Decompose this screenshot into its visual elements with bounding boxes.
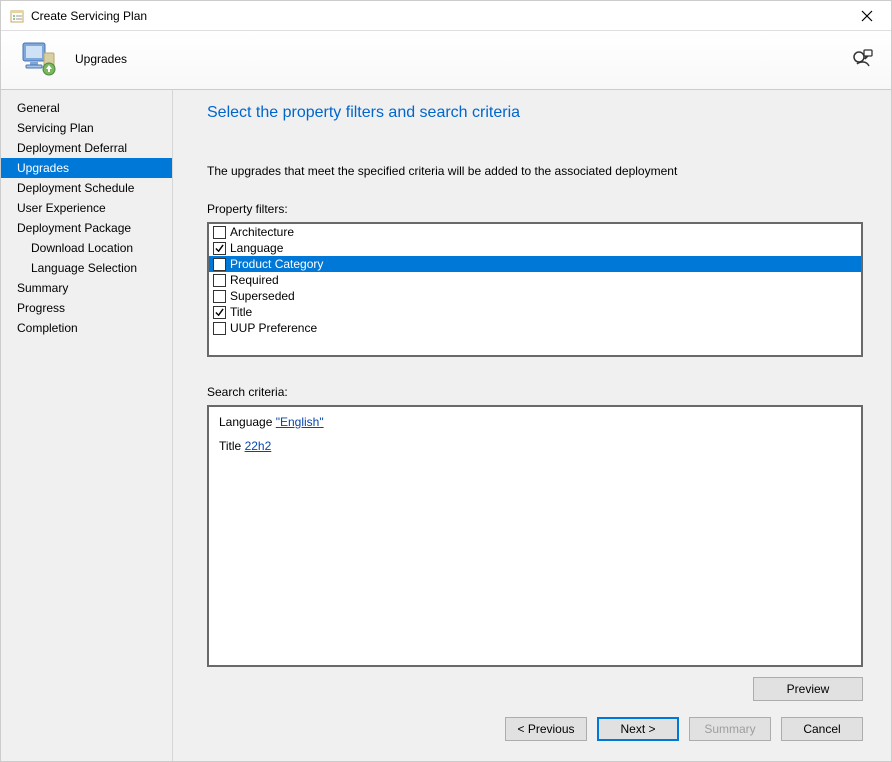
criteria-link[interactable]: "English" xyxy=(276,415,324,429)
filter-row[interactable]: Architecture xyxy=(209,224,861,240)
nav-item[interactable]: Language Selection xyxy=(1,258,172,278)
previous-button[interactable]: < Previous xyxy=(505,717,587,741)
filter-label: Product Category xyxy=(230,257,323,271)
filter-label: Language xyxy=(230,241,283,255)
nav-item[interactable]: User Experience xyxy=(1,198,172,218)
wizard-icon xyxy=(9,8,25,24)
criteria-prefix: Language xyxy=(219,415,276,429)
checkbox-icon[interactable] xyxy=(213,258,226,271)
filter-label: UUP Preference xyxy=(230,321,317,335)
main-panel: Select the property filters and search c… xyxy=(173,90,891,761)
nav-item[interactable]: Deployment Package xyxy=(1,218,172,238)
criteria-line: Title 22h2 xyxy=(219,439,851,453)
nav-item[interactable]: Download Location xyxy=(1,238,172,258)
criteria-prefix: Title xyxy=(219,439,245,453)
filter-row[interactable]: Required xyxy=(209,272,861,288)
wizard-body: GeneralServicing PlanDeployment Deferral… xyxy=(1,89,891,761)
filter-label: Superseded xyxy=(230,289,295,303)
feedback-icon[interactable] xyxy=(851,48,873,70)
filter-row[interactable]: Superseded xyxy=(209,288,861,304)
filter-label: Title xyxy=(230,305,252,319)
cancel-button[interactable]: Cancel xyxy=(781,717,863,741)
checkbox-icon[interactable] xyxy=(213,306,226,319)
filter-row[interactable]: Title xyxy=(209,304,861,320)
property-filters-list[interactable]: Architecture Language Product Category Requ… xyxy=(207,222,863,357)
criteria-line: Language "English" xyxy=(219,415,851,429)
criteria-label: Search criteria: xyxy=(207,385,863,399)
nav-item[interactable]: Summary xyxy=(1,278,172,298)
preview-row: Preview xyxy=(207,677,863,701)
preview-button[interactable]: Preview xyxy=(753,677,863,701)
page-description: The upgrades that meet the specified cri… xyxy=(207,164,863,178)
nav-item[interactable]: Completion xyxy=(1,318,172,338)
nav-item[interactable]: General xyxy=(1,98,172,118)
checkbox-icon[interactable] xyxy=(213,226,226,239)
checkbox-icon[interactable] xyxy=(213,290,226,303)
checkbox-icon[interactable] xyxy=(213,274,226,287)
window-title: Create Servicing Plan xyxy=(31,9,847,23)
wizard-buttons: < Previous Next > Summary Cancel xyxy=(207,717,863,741)
computer-upgrade-icon xyxy=(19,39,59,79)
search-criteria-box: Language "English" Title 22h2 xyxy=(207,405,863,667)
filter-row[interactable]: Product Category xyxy=(209,256,861,272)
filter-row[interactable]: UUP Preference xyxy=(209,320,861,336)
nav-item[interactable]: Deployment Schedule xyxy=(1,178,172,198)
next-button[interactable]: Next > xyxy=(597,717,679,741)
nav-item[interactable]: Upgrades xyxy=(1,158,172,178)
wizard-nav: GeneralServicing PlanDeployment Deferral… xyxy=(1,90,173,761)
nav-item[interactable]: Servicing Plan xyxy=(1,118,172,138)
page-heading: Select the property filters and search c… xyxy=(207,104,863,122)
header-title: Upgrades xyxy=(75,52,851,66)
nav-item[interactable]: Deployment Deferral xyxy=(1,138,172,158)
criteria-link[interactable]: 22h2 xyxy=(245,439,272,453)
filter-label: Required xyxy=(230,273,279,287)
checkbox-icon[interactable] xyxy=(213,242,226,255)
header: Upgrades xyxy=(1,31,891,89)
filter-row[interactable]: Language xyxy=(209,240,861,256)
filter-label: Architecture xyxy=(230,225,294,239)
filters-label: Property filters: xyxy=(207,202,863,216)
checkbox-icon[interactable] xyxy=(213,322,226,335)
nav-item[interactable]: Progress xyxy=(1,298,172,318)
close-button[interactable] xyxy=(847,2,887,30)
summary-button[interactable]: Summary xyxy=(689,717,771,741)
titlebar: Create Servicing Plan xyxy=(1,1,891,31)
